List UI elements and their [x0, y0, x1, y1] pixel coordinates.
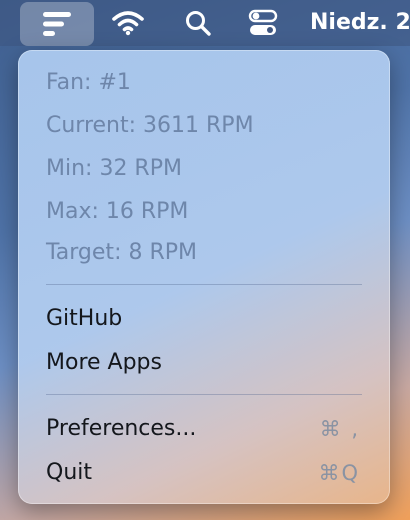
github-menu-item[interactable]: GitHub [46, 299, 362, 339]
menu-separator [46, 394, 362, 395]
fan-app-dropdown-menu: Fan: #1 Current: 3611 RPM Min: 32 RPM Ma… [18, 50, 390, 504]
target-rpm-label: Target: 8 RPM [46, 240, 197, 265]
menu-bar: Niedz. 2 [0, 0, 410, 46]
wifi-icon [112, 11, 144, 36]
quit-shortcut: ⌘Q [318, 461, 360, 485]
preferences-menu-item[interactable]: Preferences... ⌘ , [46, 409, 362, 449]
quit-menu-item[interactable]: Quit ⌘Q [46, 453, 362, 493]
fan-app-menubar-button[interactable] [20, 2, 94, 46]
spotlight-menubar-button[interactable] [176, 0, 220, 46]
control-center-icon [248, 9, 278, 35]
more-apps-menu-item[interactable]: More Apps [46, 343, 362, 383]
current-rpm-label: Current: 3611 RPM [46, 113, 254, 138]
menu-separator [46, 284, 362, 285]
max-rpm-label: Max: 16 RPM [46, 199, 189, 224]
desktop: Niedz. 2 Fan: #1 Current: 3611 RPM Min: … [0, 0, 410, 520]
fan-number-label: Fan: #1 [46, 70, 131, 95]
search-icon [186, 11, 211, 36]
menubar-clock[interactable]: Niedz. 2 [310, 0, 410, 46]
min-rpm-label: Min: 32 RPM [46, 156, 182, 181]
quit-label: Quit [46, 460, 92, 485]
control-center-menubar-button[interactable] [240, 0, 286, 46]
fan-app-icon [43, 12, 71, 36]
preferences-label: Preferences... [46, 416, 197, 441]
wifi-menubar-button[interactable] [106, 0, 150, 46]
preferences-shortcut: ⌘ , [319, 417, 360, 441]
